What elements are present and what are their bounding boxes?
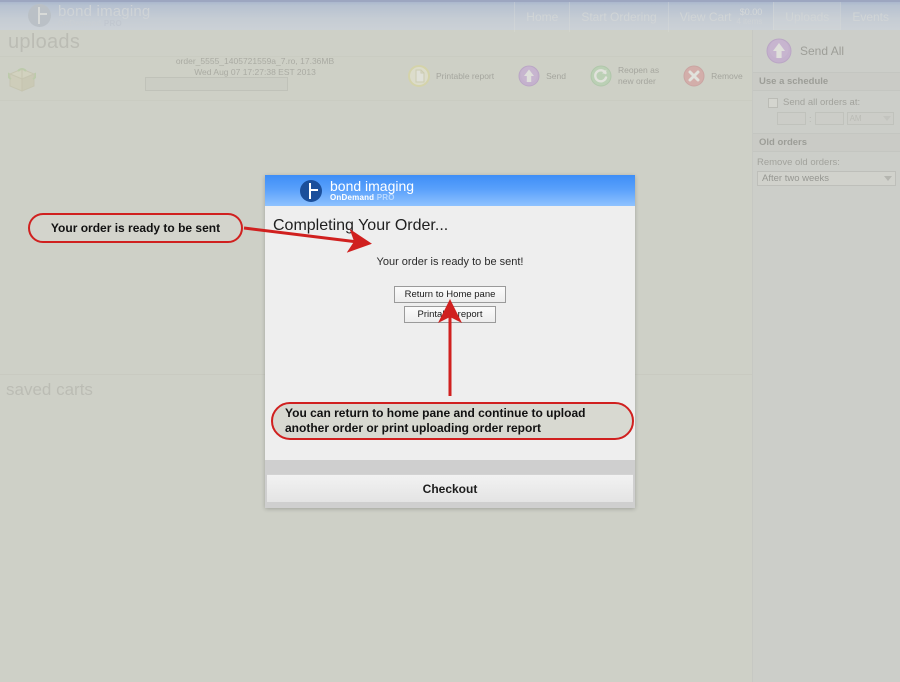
upload-actions: Printable report Send Reopen as new orde… [408,65,743,87]
remove-old-orders-label: Remove old orders: [757,157,840,168]
upload-row: order_5555_1405721559a_7.ro, 17.36MB Wed… [0,56,752,101]
checkout-button[interactable]: Checkout [267,474,633,502]
schedule-minute-input[interactable] [814,112,844,125]
nav-item-events[interactable]: Events [840,2,900,32]
reopen-as-new-order-action[interactable]: Reopen as new order [590,65,659,87]
cart-item-count: 4 items [736,16,763,26]
brand-text: bond imaging OnDemand PRO [58,3,150,28]
brand-logo: bond imaging OnDemand PRO [28,3,150,28]
modal-header: bond imaging OnDemand PRO [265,175,635,206]
send-all-orders-at-label: Send all orders at: [783,97,861,108]
send-label: Send [546,70,566,81]
right-sidebar: Send All Use a schedule Send all orders … [752,30,900,682]
modal-brand-name: bond imaging [330,177,415,194]
document-icon [408,65,430,87]
chevron-down-icon [884,176,892,181]
send-all-orders-at-row[interactable]: Send all orders at: [759,97,894,108]
printable-report-label: Printable report [436,70,495,81]
upload-arrow-icon [766,38,792,64]
modal-brand-text: bond imaging OnDemand PRO [330,177,415,202]
old-orders-section-body: Remove old orders: After two weeks [753,152,900,194]
remove-action[interactable]: Remove [683,65,743,87]
brand-name: bond imaging [58,3,151,20]
annotation-callout-return-home: You can return to home pane and continue… [271,402,634,440]
modal-brand-pro-tag: PRO [376,193,395,203]
nav-item-home[interactable]: Home [514,2,569,32]
order-filename: order_5555_1405721559a_7.ro, 17.36MB [175,56,335,66]
schedule-ampm-select[interactable]: AM [846,112,895,125]
remove-old-orders-value: After two weeks [762,173,830,184]
nav-item-uploads[interactable]: Uploads [773,2,841,32]
brand-subtitle: OnDemand PRO [58,20,150,28]
upload-arrow-icon [518,65,540,87]
completing-order-modal: bond imaging OnDemand PRO Completing You… [265,175,635,508]
schedule-section-heading: Use a schedule [753,72,900,91]
order-metadata: order_5555_1405721559a_7.ro, 17.36MB Wed… [110,56,400,79]
modal-message: Your order is ready to be sent! [376,256,524,268]
brand-pro-tag: PRO [103,19,123,28]
top-nav-items: Home Start Ordering View Cart $0.00 4 it… [514,2,900,32]
close-x-icon [683,65,705,87]
send-action[interactable]: Send [518,65,566,87]
refresh-icon [590,65,612,87]
schedule-section-body: Send all orders at: : AM [753,91,900,133]
send-all-button[interactable]: Send All [753,30,900,72]
remove-label: Remove [711,70,743,81]
nav-item-start-ordering[interactable]: Start Ordering [569,2,667,32]
package-icon [8,68,36,92]
modal-brand-subtitle: OnDemand PRO [330,193,414,202]
printable-report-action[interactable]: Printable report [408,65,494,87]
view-cart-label: View Cart [679,10,732,24]
modal-buttons: Return to Home pane Printable report [265,268,635,323]
reopen-as-new-order-label: Reopen as new order [617,65,660,86]
schedule-ampm-value: AM [849,114,862,123]
modal-brand-subtitle-text: OnDemand [330,193,375,203]
top-navigation-bar: bond imaging OnDemand PRO Home Start Ord… [0,0,900,32]
time-separator: : [809,113,812,124]
modal-footer-wrap: Checkout [265,460,635,508]
bond-imaging-logo-icon [300,179,322,202]
upload-progress-bar [145,77,288,91]
nav-item-view-cart[interactable]: View Cart $0.00 4 items [667,2,774,32]
brand-subtitle-text: OnDemand [58,19,102,28]
send-all-label: Send All [800,44,845,58]
page-title: uploads [8,31,81,53]
old-orders-section-heading: Old orders [753,133,900,152]
saved-carts-title: saved carts [6,380,93,399]
remove-old-orders-select[interactable]: After two weeks [757,171,896,186]
modal-title: Completing Your Order... [273,217,449,234]
printable-report-button[interactable]: Printable report [404,306,496,323]
send-all-orders-at-checkbox[interactable] [768,97,778,108]
schedule-time-row: : AM [759,108,895,125]
return-to-home-pane-button[interactable]: Return to Home pane [393,286,507,303]
chevron-down-icon [883,116,892,121]
annotation-callout-order-ready: Your order is ready to be sent [28,213,243,243]
schedule-hour-input[interactable] [777,112,807,125]
bond-imaging-logo-icon [28,4,51,27]
